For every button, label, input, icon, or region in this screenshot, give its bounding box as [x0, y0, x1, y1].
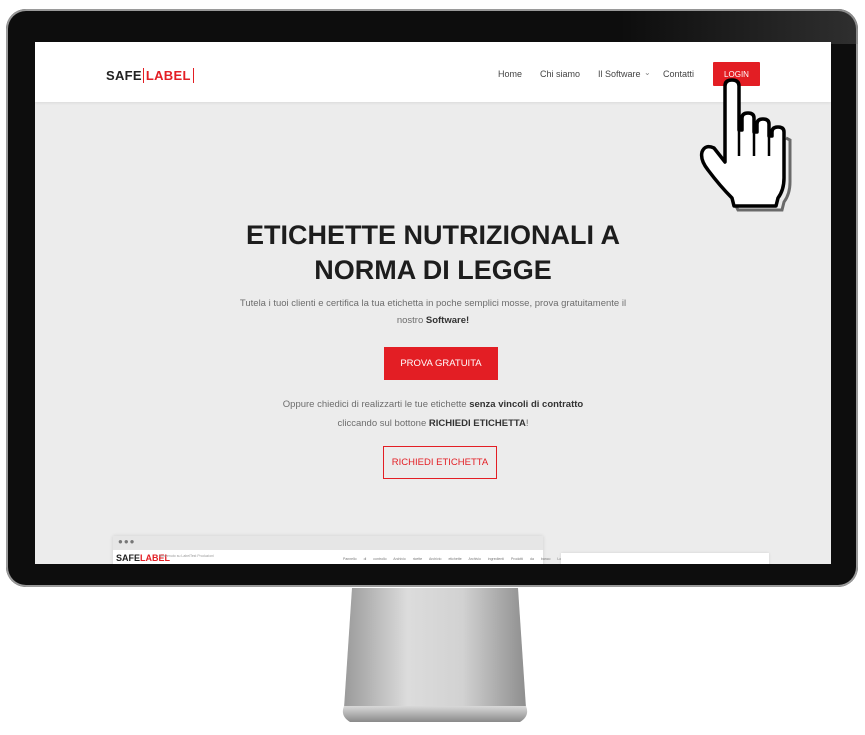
hero-subtitle-part1: Tutela i tuoi clienti e certifica la tua…: [239, 298, 627, 309]
alt-text-bold2: RICHIEDI ETICHETTA: [428, 418, 526, 429]
bezel-reflection: [620, 9, 858, 44]
side-card: [561, 553, 769, 564]
preview-titlebar: ●●●: [113, 536, 543, 550]
window-dots-icon: ●●●: [118, 537, 136, 546]
chevron-down-icon[interactable]: ⌄: [644, 68, 651, 77]
monitor-stand: [342, 588, 528, 722]
preview-welcome-text: Benvenuto su LabelTest Produzioni: [159, 554, 214, 558]
logo-word-safe: SAFE: [106, 67, 142, 83]
alt-text-part2: cliccando sul bottone: [337, 418, 427, 429]
safelabel-logo[interactable]: SAFE LABEL: [106, 65, 194, 85]
hero-title-line2: NORMA DI LEGGE: [314, 255, 552, 285]
alt-text-part1: Oppure chiedici di realizzarti le tue et…: [282, 399, 467, 410]
hero-subtitle-part2: nostro: [396, 315, 424, 326]
hero-subtitle: Tutela i tuoi clienti e certifica la tua…: [215, 295, 651, 329]
hand-pointer-icon: [699, 78, 792, 212]
nav-item-il-software[interactable]: Il Software: [598, 69, 641, 79]
alternative-text: Oppure chiedici di realizzarti le tue et…: [235, 395, 631, 433]
nav-item-chi-siamo[interactable]: Chi siamo: [540, 69, 580, 79]
hero-title: ETICHETTE NUTRIZIONALI A NORMA DI LEGGE: [195, 218, 671, 288]
logo-word-label: LABEL: [142, 67, 194, 83]
preview-menu: Pannello di controllo Archivio ricette A…: [343, 557, 569, 561]
alt-text-part3: !: [525, 418, 529, 429]
richiedi-etichetta-button[interactable]: RICHIEDI ETICHETTA: [383, 446, 497, 479]
preview-logo-safe: SAFE: [116, 553, 141, 563]
alt-text-bold1: senza vincoli di contratto: [469, 399, 584, 410]
app-preview-window: ●●● SAFELABEL Benvenuto su LabelTest Pro…: [113, 536, 568, 564]
prova-gratuita-button[interactable]: PROVA GRATUITA: [384, 347, 498, 380]
hero-subtitle-bold: Software!: [425, 315, 470, 326]
hero-title-line1: ETICHETTE NUTRIZIONALI A: [246, 220, 620, 250]
nav-item-home[interactable]: Home: [498, 69, 522, 79]
